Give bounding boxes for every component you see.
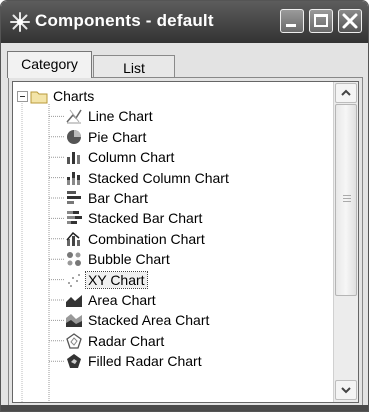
- tree-item-label: Stacked Bar Chart: [88, 210, 203, 227]
- pie-chart-icon: [67, 129, 81, 144]
- tree-item-stacked-column-chart[interactable]: Stacked Column Chart: [65, 168, 231, 188]
- folder-icon: [30, 91, 48, 104]
- stacked-bar-chart-icon: [67, 211, 82, 225]
- scroll-down-button[interactable]: [335, 380, 357, 400]
- collapse-toggle-icon[interactable]: [17, 90, 28, 102]
- tree-item-label: Pie Chart: [88, 128, 147, 145]
- tree-item-label: Radar Chart: [88, 332, 165, 349]
- tree-item-label: XY Chart: [85, 270, 148, 289]
- tree-item-xy-chart[interactable]: XY Chart: [65, 270, 148, 290]
- tree-item-label: Column Chart: [88, 149, 175, 166]
- component-tree[interactable]: Charts Line Chart Pie Chart Column Chart Sta…: [12, 81, 359, 403]
- area-chart-icon: [66, 295, 82, 307]
- chevron-up-icon: [341, 89, 351, 96]
- tree-item-filled-radar-chart[interactable]: Filled Radar Chart: [65, 351, 204, 371]
- tree-item-line-chart[interactable]: Line Chart: [65, 106, 155, 126]
- tree-item-label: Filled Radar Chart: [88, 353, 202, 370]
- tree-item-stacked-bar-chart[interactable]: Stacked Bar Chart: [65, 208, 204, 228]
- tab-category[interactable]: Category: [7, 51, 92, 78]
- column-chart-icon: [67, 152, 80, 165]
- tree-item-pie-chart[interactable]: Pie Chart: [65, 127, 148, 147]
- tab-list[interactable]: List: [93, 55, 175, 77]
- tree-item-area-chart[interactable]: Area Chart: [65, 290, 158, 310]
- bubble-chart-icon: [67, 252, 81, 267]
- bar-chart-icon: [67, 191, 81, 204]
- tree-item-label: Stacked Area Chart: [88, 312, 210, 329]
- stacked-area-chart-icon: [66, 314, 82, 328]
- components-window: Components - default Category List Chart…: [0, 0, 369, 412]
- tree-node-charts[interactable]: Charts: [17, 86, 96, 106]
- combination-chart-icon: [66, 231, 80, 246]
- line-chart-icon: [66, 109, 82, 124]
- maximize-button[interactable]: [309, 9, 333, 33]
- xy-chart-icon: [68, 273, 80, 287]
- tab-strip: Category List: [7, 49, 362, 78]
- tree-node-label: Charts: [53, 88, 95, 104]
- tree-item-label: Bar Chart: [88, 190, 148, 206]
- tree-item-label: Area Chart: [88, 292, 156, 308]
- tree-item-combination-chart[interactable]: Combination Chart: [65, 229, 207, 249]
- tree-item-label: Combination Chart: [88, 230, 205, 247]
- title-bar[interactable]: Components - default: [1, 1, 368, 43]
- filled-radar-chart-icon: [67, 354, 81, 369]
- minimize-button[interactable]: [280, 9, 304, 33]
- thumb-grip: [343, 195, 351, 204]
- tree-item-label: Stacked Column Chart: [88, 169, 229, 186]
- app-star-icon: [10, 12, 30, 32]
- tree-item-stacked-area-chart[interactable]: Stacked Area Chart: [65, 310, 211, 330]
- radar-chart-icon: [66, 332, 82, 349]
- window-title: Components - default: [35, 11, 214, 30]
- close-button[interactable]: [338, 9, 362, 33]
- scrollbar-thumb[interactable]: [335, 104, 357, 296]
- chevron-down-icon: [341, 387, 351, 394]
- tree-item-bar-chart[interactable]: Bar Chart: [65, 188, 150, 208]
- tab-panel: Charts Line Chart Pie Chart Column Chart Sta…: [8, 77, 363, 407]
- vertical-scrollbar[interactable]: [333, 82, 358, 402]
- tree-item-radar-chart[interactable]: Radar Chart: [65, 331, 166, 351]
- window-frame-bottom: [1, 405, 368, 411]
- tree-item-column-chart[interactable]: Column Chart: [65, 147, 176, 167]
- tree-item-label: Line Chart: [88, 108, 153, 125]
- tree-item-bubble-chart[interactable]: Bubble Chart: [65, 249, 172, 269]
- tree-item-label: Bubble Chart: [88, 251, 170, 268]
- scroll-up-button[interactable]: [335, 83, 357, 103]
- close-icon: [342, 13, 358, 29]
- stacked-column-chart-icon: [67, 171, 80, 185]
